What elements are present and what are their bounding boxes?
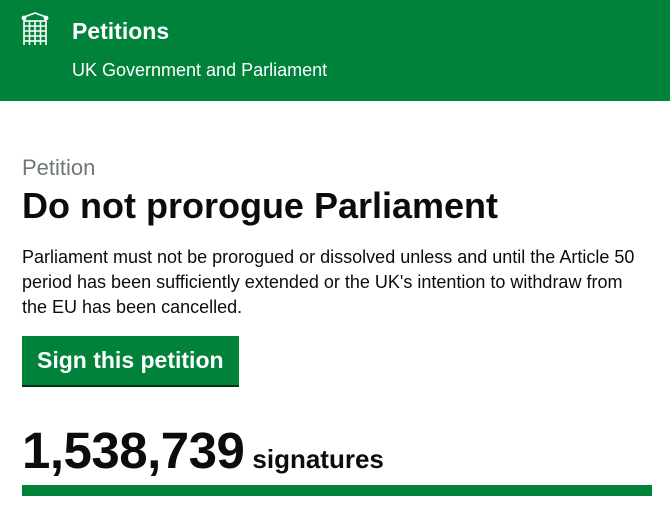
site-subtitle: UK Government and Parliament <box>72 60 328 80</box>
signature-count: 1,538,739 signatures <box>22 420 384 482</box>
portcullis-icon[interactable] <box>21 12 49 46</box>
signature-count-number: 1,538,739 <box>22 422 245 479</box>
petition-description: Parliament must not be prorogued or diss… <box>22 247 635 317</box>
signature-progress-bar <box>22 485 652 496</box>
sign-petition-button[interactable]: Sign this petition <box>22 336 239 385</box>
site-title[interactable]: Petitions <box>72 17 169 45</box>
signature-progress-fill <box>22 485 652 496</box>
petition-caption: Petition <box>22 155 96 180</box>
site-header: Petitions UK Government and Parliament <box>0 0 670 101</box>
page-title: Do not prorogue Parliament <box>22 185 499 226</box>
signature-count-label: signatures <box>252 444 384 474</box>
